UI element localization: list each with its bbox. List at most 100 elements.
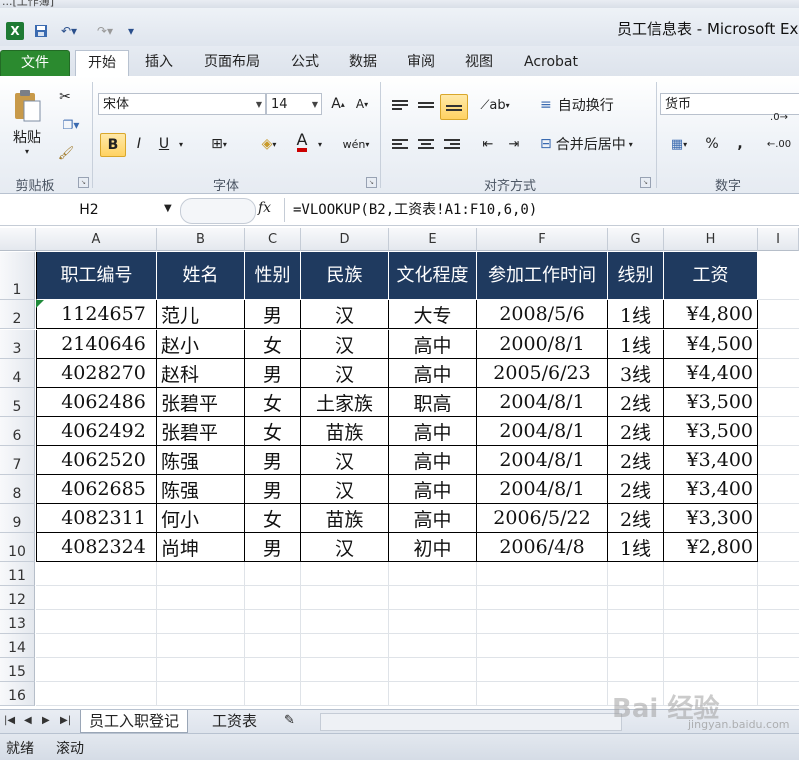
- table-cell[interactable]: 汉: [301, 446, 389, 475]
- copy-icon[interactable]: ❐▾: [56, 116, 86, 134]
- underline-dropdown-icon[interactable]: ▾: [174, 133, 188, 155]
- table-cell[interactable]: 4062486: [36, 388, 157, 417]
- table-cell[interactable]: 尚坤: [157, 533, 245, 562]
- table-cell[interactable]: ¥3,400: [664, 475, 758, 504]
- column-header[interactable]: F: [477, 228, 608, 251]
- table-header-cell[interactable]: 参加工作时间: [477, 252, 608, 300]
- tab-review[interactable]: 审阅: [396, 50, 446, 74]
- percent-button[interactable]: %: [702, 135, 722, 153]
- table-cell[interactable]: 汉: [301, 475, 389, 504]
- column-header[interactable]: G: [608, 228, 664, 251]
- font-size-select[interactable]: 14 ▼: [266, 93, 322, 115]
- font-color-icon[interactable]: A: [292, 131, 312, 153]
- table-header-cell[interactable]: 职工编号: [36, 252, 157, 300]
- decrease-decimal-icon[interactable]: .0→: [764, 108, 794, 126]
- table-cell[interactable]: 高中: [389, 446, 477, 475]
- row-header[interactable]: 4: [0, 359, 35, 388]
- table-cell[interactable]: 男: [245, 300, 301, 329]
- table-cell[interactable]: 2线: [608, 504, 664, 533]
- table-cell[interactable]: 1线: [608, 533, 664, 562]
- first-sheet-icon[interactable]: |◀: [4, 715, 15, 726]
- table-cell[interactable]: ¥3,400: [664, 446, 758, 475]
- table-cell[interactable]: 2006/4/8: [477, 533, 608, 562]
- font-color-dropdown-icon[interactable]: ▾: [314, 133, 326, 155]
- table-header-cell[interactable]: 姓名: [157, 252, 245, 300]
- row-header[interactable]: 7: [0, 446, 35, 475]
- shrink-font-icon[interactable]: A ▾: [352, 95, 372, 113]
- table-cell[interactable]: 汉: [301, 300, 389, 329]
- table-cell[interactable]: 2140646: [36, 330, 157, 359]
- column-header[interactable]: I: [758, 228, 799, 251]
- sheet-tab-salary[interactable]: 工资表: [204, 710, 265, 732]
- table-cell[interactable]: 2000/8/1: [477, 330, 608, 359]
- table-header-cell[interactable]: 性别: [245, 252, 301, 300]
- table-cell[interactable]: 土家族: [301, 388, 389, 417]
- align-right-icon[interactable]: [442, 135, 462, 153]
- table-cell[interactable]: 1124657: [36, 300, 157, 329]
- font-family-select[interactable]: 宋体 ▼: [98, 93, 266, 115]
- table-cell[interactable]: 男: [245, 446, 301, 475]
- table-cell[interactable]: 1线: [608, 330, 664, 359]
- orientation-icon[interactable]: ⟋ab ▾: [478, 95, 512, 115]
- table-cell[interactable]: 赵科: [157, 359, 245, 388]
- customize-qat-icon[interactable]: ▾: [124, 22, 138, 40]
- table-cell[interactable]: ¥4,500: [664, 330, 758, 359]
- tab-formulas[interactable]: 公式: [280, 50, 330, 74]
- font-launcher-icon[interactable]: ↘: [366, 177, 377, 188]
- table-cell[interactable]: 4028270: [36, 359, 157, 388]
- table-cell[interactable]: 汉: [301, 533, 389, 562]
- table-cell[interactable]: 4062685: [36, 475, 157, 504]
- column-header[interactable]: E: [389, 228, 477, 251]
- table-cell[interactable]: 大专: [389, 300, 477, 329]
- column-header[interactable]: A: [36, 228, 157, 251]
- row-header[interactable]: 1: [0, 252, 35, 300]
- table-cell[interactable]: 职高: [389, 388, 477, 417]
- table-cell[interactable]: 高中: [389, 504, 477, 533]
- tab-view[interactable]: 视图: [454, 50, 504, 74]
- table-cell[interactable]: 2005/6/23: [477, 359, 608, 388]
- error-indicator-icon[interactable]: [36, 300, 44, 308]
- row-header[interactable]: 6: [0, 417, 35, 446]
- italic-button[interactable]: I: [128, 133, 150, 155]
- column-header[interactable]: C: [245, 228, 301, 251]
- table-cell[interactable]: 女: [245, 388, 301, 417]
- name-box[interactable]: H2: [0, 199, 178, 221]
- table-cell[interactable]: 女: [245, 330, 301, 359]
- table-cell[interactable]: 4062520: [36, 446, 157, 475]
- row-header[interactable]: 2: [0, 300, 35, 329]
- clipboard-launcher-icon[interactable]: ↘: [78, 177, 89, 188]
- accounting-format-icon[interactable]: ▦ ▾: [664, 135, 694, 153]
- tab-insert[interactable]: 插入: [136, 50, 182, 74]
- row-header[interactable]: 8: [0, 475, 35, 504]
- paste-button[interactable]: 粘贴: [6, 128, 48, 146]
- table-cell[interactable]: 2004/8/1: [477, 417, 608, 446]
- table-cell[interactable]: 何小: [157, 504, 245, 533]
- table-cell[interactable]: 初中: [389, 533, 477, 562]
- decrease-indent-icon[interactable]: ⇤: [478, 135, 498, 153]
- table-cell[interactable]: 汉: [301, 359, 389, 388]
- tab-page-layout[interactable]: 页面布局: [192, 50, 272, 74]
- table-cell[interactable]: 男: [245, 533, 301, 562]
- row-header[interactable]: 10: [0, 533, 35, 562]
- table-cell[interactable]: 高中: [389, 417, 477, 446]
- excel-logo-icon[interactable]: X: [6, 22, 24, 40]
- table-cell[interactable]: ¥3,500: [664, 388, 758, 417]
- table-cell[interactable]: 2008/5/6: [477, 300, 608, 329]
- align-center-icon[interactable]: [416, 135, 436, 153]
- table-cell[interactable]: 2004/8/1: [477, 446, 608, 475]
- row-header[interactable]: 14: [0, 634, 35, 658]
- table-cell[interactable]: 4082324: [36, 533, 157, 562]
- fill-color-icon[interactable]: ◈ ▾: [252, 133, 286, 155]
- table-cell[interactable]: 1线: [608, 300, 664, 329]
- table-header-cell[interactable]: 文化程度: [389, 252, 477, 300]
- table-cell[interactable]: 赵小: [157, 330, 245, 359]
- formula-input[interactable]: =VLOOKUP(B2,工资表!A1:F10,6,0): [293, 199, 537, 221]
- insert-function-icon[interactable]: fx: [258, 200, 271, 216]
- table-cell[interactable]: 苗族: [301, 504, 389, 533]
- last-sheet-icon[interactable]: ▶|: [60, 715, 71, 726]
- table-cell[interactable]: 陈强: [157, 446, 245, 475]
- table-cell[interactable]: 高中: [389, 330, 477, 359]
- table-cell[interactable]: 男: [245, 359, 301, 388]
- table-cell[interactable]: ¥4,400: [664, 359, 758, 388]
- undo-icon[interactable]: ↶▾: [56, 22, 82, 40]
